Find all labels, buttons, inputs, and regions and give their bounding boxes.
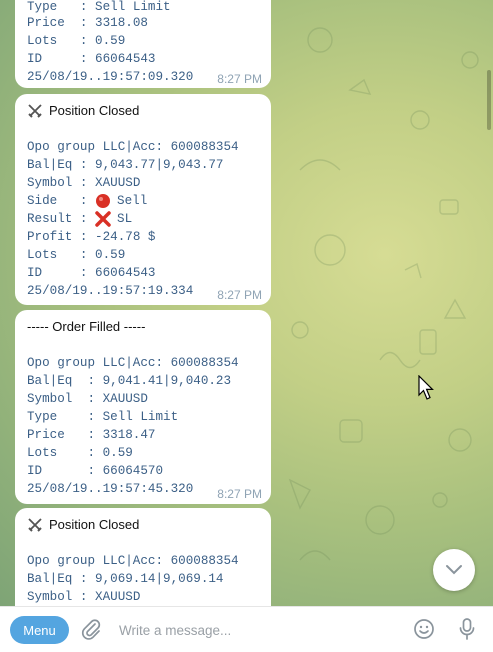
crossed-swords-icon [28, 104, 42, 118]
red-x-icon [95, 211, 111, 227]
smiley-icon[interactable] [413, 618, 435, 640]
type-line: Type : Sell Limit [27, 410, 179, 424]
composer-bar: Menu [0, 606, 493, 652]
balance-line: Bal|Eq : 9,043.77|9,043.77 [27, 158, 224, 172]
msg-header: Position Closed [27, 102, 139, 120]
crossed-swords-icon [28, 518, 42, 532]
side-line: Side : Sell [27, 194, 148, 208]
account-line: Opo group LLC|Acc: 600088354 [27, 554, 239, 568]
balance-line: Bal|Eq : 9,041.41|9,040.23 [27, 374, 232, 388]
msg-line: Price : 3318.08 [27, 16, 148, 30]
scrollbar[interactable] [487, 70, 491, 130]
msg-line: Lots : 0.59 [27, 34, 126, 48]
message-time: 8:27 PM [217, 487, 262, 501]
result-line: Result : SL [27, 211, 133, 227]
balance-line: Bal|Eq : 9,069.14|9,069.14 [27, 572, 224, 586]
msg-line: 25/08/19..19:57:09.320 [27, 70, 194, 84]
message-bubble: Position Closed Opo group LLC|Acc: 60008… [15, 94, 271, 305]
microphone-icon[interactable] [458, 617, 476, 641]
symbol-line: Symbol : XAUUSD [27, 176, 141, 190]
chevron-down-icon [446, 565, 462, 575]
paperclip-icon[interactable] [80, 618, 102, 640]
timestamp-line: 25/08/19..19:57:19.334 [27, 284, 194, 298]
chat-background: Type : Sell Limit Price : 3318.08 Lots :… [0, 0, 493, 606]
msg-header: ----- Order Filled ----- [27, 319, 146, 334]
price-line: Price : 3318.47 [27, 428, 156, 442]
id-line: ID : 66064543 [27, 266, 156, 280]
account-line: Opo group LLC|Acc: 600088354 [27, 140, 239, 154]
red-circle-icon [96, 194, 111, 208]
menu-button[interactable]: Menu [10, 616, 69, 644]
symbol-line: Symbol : XAUUSD [27, 590, 141, 604]
message-time: 8:27 PM [217, 288, 262, 302]
symbol-line: Symbol : XAUUSD [27, 392, 148, 406]
lots-line: Lots : 0.59 [27, 446, 133, 460]
id-line: ID : 66064570 [27, 464, 164, 478]
msg-header: Position Closed [27, 516, 139, 534]
message-bubble: Position Closed Opo group LLC|Acc: 60008… [15, 508, 271, 606]
message-bubble: Type : Sell Limit Price : 3318.08 Lots :… [15, 0, 271, 88]
scroll-down-button[interactable] [433, 549, 475, 591]
message-bubble: ----- Order Filled ----- Opo group LLC|A… [15, 310, 271, 504]
message-time: 8:27 PM [217, 72, 262, 86]
profit-line: Profit : -24.78 $ [27, 230, 156, 244]
account-line: Opo group LLC|Acc: 600088354 [27, 356, 239, 370]
lots-line: Lots : 0.59 [27, 248, 126, 262]
message-input[interactable] [117, 617, 401, 643]
mouse-cursor-icon [418, 375, 434, 400]
timestamp-line: 25/08/19..19:57:45.320 [27, 482, 194, 496]
msg-line: ID : 66064543 [27, 52, 156, 66]
